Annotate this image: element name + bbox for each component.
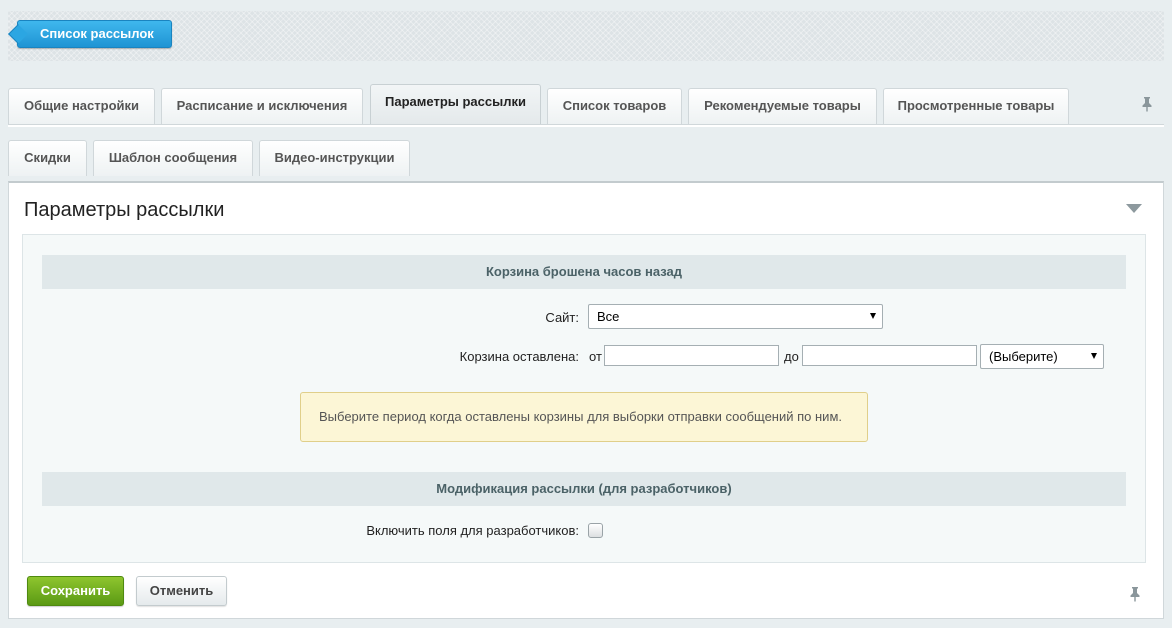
- panel-title: Параметры рассылки: [24, 199, 225, 221]
- section-header-developer-mod: Модификация рассылки (для разработчиков): [42, 472, 1126, 506]
- tab-discounts[interactable]: Скидки: [8, 140, 87, 176]
- from-input[interactable]: [604, 345, 779, 366]
- cancel-button[interactable]: Отменить: [136, 576, 227, 606]
- pin-icon[interactable]: [1128, 586, 1142, 602]
- tab-schedule-exceptions[interactable]: Расписание и исключения: [161, 88, 363, 124]
- top-toolbar: [8, 11, 1164, 61]
- save-button[interactable]: Сохранить: [27, 576, 124, 606]
- section-header-cart-abandoned: Корзина брошена часов назад: [42, 255, 1126, 289]
- site-label: Сайт:: [545, 310, 579, 325]
- tab-message-template[interactable]: Шаблон сообщения: [93, 140, 253, 176]
- dev-fields-label: Включить поля для разработчиков:: [366, 523, 579, 538]
- tab-mailing-params[interactable]: Параметры рассылки: [370, 84, 541, 124]
- pin-icon[interactable]: [1140, 96, 1154, 112]
- to-label: до: [784, 349, 799, 364]
- period-hint-notice: Выберите период когда оставлены корзины …: [300, 392, 868, 442]
- tab-video-instructions[interactable]: Видео-инструкции: [259, 140, 410, 176]
- tab-viewed-products[interactable]: Просмотренные товары: [883, 88, 1069, 124]
- time-unit-select[interactable]: (Выберите): [980, 344, 1104, 369]
- form-area: Корзина брошена часов назад Сайт: Все Ко…: [22, 234, 1146, 563]
- back-to-mailing-list-button[interactable]: Список рассылок: [17, 20, 172, 48]
- tab-recommended-products[interactable]: Рекомендуемые товары: [688, 88, 877, 124]
- cart-abandoned-label: Корзина оставлена:: [459, 349, 579, 364]
- tab-general-settings[interactable]: Общие настройки: [8, 88, 155, 124]
- tab-row-divider: [8, 124, 1164, 127]
- chevron-down-icon[interactable]: [1126, 204, 1142, 213]
- site-select[interactable]: Все: [588, 304, 883, 329]
- to-input[interactable]: [802, 345, 977, 366]
- dev-fields-checkbox[interactable]: [588, 523, 603, 538]
- tab-product-list[interactable]: Список товаров: [547, 88, 682, 124]
- settings-panel: Параметры рассылки Корзина брошена часов…: [8, 181, 1164, 619]
- from-label: от: [589, 349, 602, 364]
